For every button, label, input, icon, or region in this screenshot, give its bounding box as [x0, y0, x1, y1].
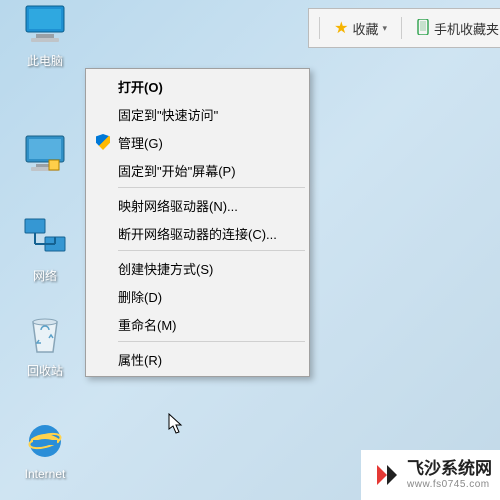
- menu-label: 管理(G): [118, 133, 163, 152]
- recycle-bin-icon: [21, 310, 69, 358]
- browser-toolbar-fragment: ★ 收藏 ▾ 手机收藏夹: [308, 8, 500, 48]
- menu-label: 固定到"开始"屏幕(P): [118, 161, 236, 180]
- desktop-icon-label: 回收站: [10, 362, 80, 379]
- menu-separator: [118, 187, 305, 188]
- menu-item-disconnect-network-drive[interactable]: 断开网络驱动器的连接(C)...: [88, 219, 307, 247]
- menu-item-rename[interactable]: 重命名(M): [88, 310, 307, 338]
- dropdown-icon: ▾: [382, 23, 387, 34]
- desktop-icon-label: Internet: [10, 467, 80, 481]
- star-icon: ★: [334, 18, 348, 38]
- menu-label: 重命名(M): [118, 315, 177, 334]
- desktop: 此电脑 网络: [0, 0, 500, 500]
- context-menu: 打开(O) 固定到"快速访问" 管理(G) 固定到"开始"屏幕(P) 映射网络驱…: [85, 68, 310, 377]
- menu-label: 创建快捷方式(S): [118, 259, 213, 278]
- favorites-label: 收藏: [352, 19, 378, 38]
- menu-item-manage[interactable]: 管理(G): [88, 128, 307, 156]
- favorites-button[interactable]: ★ 收藏 ▾: [334, 18, 387, 38]
- menu-item-map-network-drive[interactable]: 映射网络驱动器(N)...: [88, 191, 307, 219]
- desktop-icon-recycle-bin[interactable]: 回收站: [10, 310, 80, 379]
- watermark-url: www.fs0745.com: [407, 479, 492, 490]
- watermark: 飞沙系统网 www.fs0745.com: [361, 450, 500, 500]
- phone-icon: [416, 19, 430, 38]
- toolbar-separator: [319, 17, 320, 39]
- uac-shield-icon: [94, 133, 112, 151]
- menu-label: 打开(O): [118, 77, 163, 96]
- menu-item-create-shortcut[interactable]: 创建快捷方式(S): [88, 254, 307, 282]
- watermark-logo-icon: [373, 461, 401, 489]
- menu-label: 映射网络驱动器(N)...: [118, 196, 238, 215]
- mouse-cursor-icon: [168, 413, 186, 438]
- menu-label: 删除(D): [118, 287, 162, 306]
- network-icon: [21, 215, 69, 263]
- menu-item-open[interactable]: 打开(O): [88, 72, 307, 100]
- desktop-icon-internet-explorer[interactable]: Internet: [10, 415, 80, 481]
- menu-separator: [118, 341, 305, 342]
- menu-separator: [118, 250, 305, 251]
- menu-label: 属性(R): [118, 350, 162, 369]
- toolbar-separator: [401, 17, 402, 39]
- menu-label: 断开网络驱动器的连接(C)...: [118, 224, 277, 243]
- watermark-brand: 飞沙系统网: [407, 460, 492, 479]
- desktop-icon-this-pc[interactable]: 此电脑: [10, 0, 80, 69]
- desktop-icon-label: 此电脑: [10, 52, 80, 69]
- mobile-favorites-button[interactable]: 手机收藏夹: [416, 19, 499, 38]
- mobile-favorites-label: 手机收藏夹: [434, 19, 499, 38]
- desktop-icon-label: 网络: [10, 267, 80, 284]
- folder-icon: [21, 130, 69, 178]
- this-pc-icon: [21, 0, 69, 48]
- menu-label: 固定到"快速访问": [118, 105, 218, 124]
- desktop-icon-network[interactable]: 网络: [10, 215, 80, 284]
- menu-item-delete[interactable]: 删除(D): [88, 282, 307, 310]
- desktop-icon-folder[interactable]: [10, 130, 80, 182]
- menu-item-pin-quick-access[interactable]: 固定到"快速访问": [88, 100, 307, 128]
- internet-explorer-icon: [21, 415, 69, 463]
- menu-item-pin-start[interactable]: 固定到"开始"屏幕(P): [88, 156, 307, 184]
- menu-item-properties[interactable]: 属性(R): [88, 345, 307, 373]
